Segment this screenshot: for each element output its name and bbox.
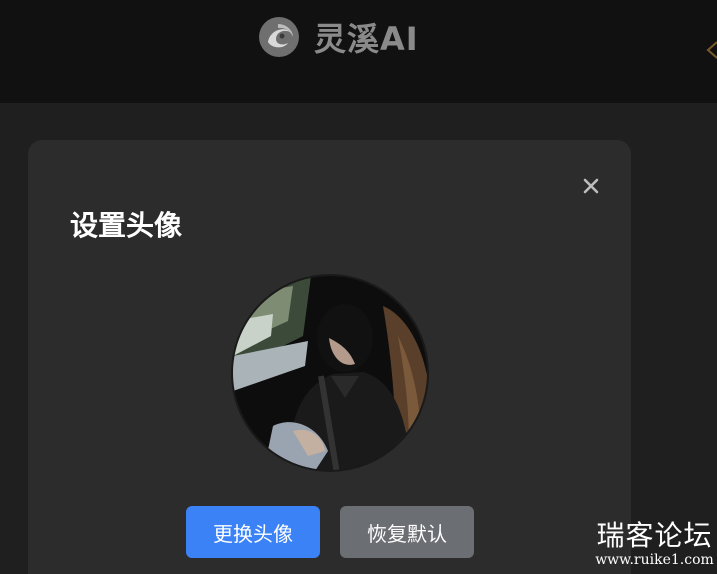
top-header: 灵溪AI [0,0,717,103]
user-avatar-photo [233,276,427,470]
modal-title: 设置头像 [70,209,183,242]
change-avatar-button[interactable]: 更换头像 [186,506,320,558]
page: 灵溪AI 设置头像 更换头像 恢复默认 瑞客论坛 www.ruike1.com [0,0,717,574]
watermark: 瑞客论坛 www.ruike1.com [592,519,717,569]
swirl-logo-icon [259,17,299,57]
watermark-text: 瑞客论坛 [596,519,713,552]
brand[interactable]: 灵溪AI [258,14,419,60]
avatar-modal: 设置头像 更换头像 恢复默认 [28,140,631,574]
reset-avatar-button[interactable]: 恢复默认 [340,506,474,558]
watermark-url: www.ruike1.com [595,552,714,568]
avatar[interactable] [231,274,429,472]
brand-name: 灵溪AI [314,20,419,58]
close-icon [583,178,599,194]
close-button[interactable] [581,176,601,196]
corner-mark-icon [706,41,717,59]
